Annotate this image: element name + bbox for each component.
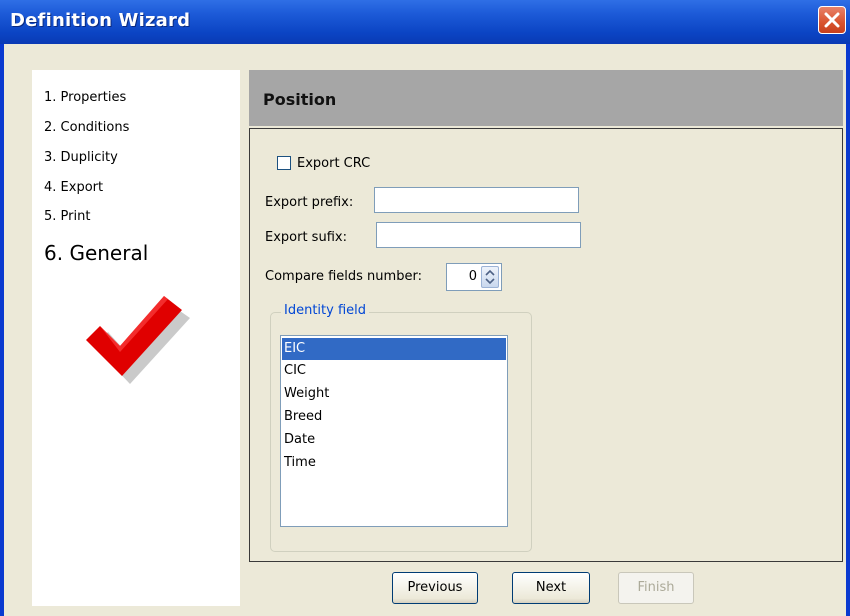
finish-button[interactable]: Finish [618,572,694,604]
export-sufix-label: Export sufix: [265,230,347,245]
export-sufix-input[interactable] [376,222,581,248]
identity-field-legend: Identity field [281,303,370,318]
close-icon [824,12,840,28]
checkmark-icon [86,296,190,384]
list-item[interactable]: CIC [282,360,506,382]
window-title: Definition Wizard [10,10,191,31]
step-conditions: 2. Conditions [44,120,130,135]
export-prefix-label: Export prefix: [265,195,354,210]
section-title: Position [263,90,337,109]
wizard-steps-panel: 1. Properties 2. Conditions 3. Duplicity… [32,70,240,606]
compare-fields-label: Compare fields number: [265,269,422,284]
identity-field-group: Identity field EIC CIC Weight Breed Date… [270,303,532,552]
next-button[interactable]: Next [512,572,590,604]
export-crc-checkbox[interactable] [277,156,291,170]
step-duplicity: 3. Duplicity [44,150,118,165]
definition-wizard-window: Definition Wizard 1. Properties 2. Condi… [0,0,850,616]
list-item[interactable]: EIC [282,338,506,360]
list-item[interactable]: Date [282,429,506,451]
step-properties: 1. Properties [44,90,127,105]
title-bar[interactable]: Definition Wizard [0,0,850,44]
spinner-arrows-icon [485,269,495,285]
export-crc-label: Export CRC [297,156,371,171]
compare-fields-value: 0 [468,269,477,284]
export-prefix-input[interactable] [374,187,579,213]
step-general: 6. General [44,241,149,265]
general-settings-panel: Export CRC Export prefix: Export sufix: … [249,128,843,562]
list-item[interactable]: Time [282,452,506,474]
close-button[interactable] [818,6,846,34]
compare-fields-stepper[interactable]: 0 [446,263,502,291]
list-item[interactable]: Breed [282,406,506,428]
previous-button[interactable]: Previous [392,572,478,604]
step-print: 5. Print [44,209,91,224]
list-item[interactable]: Weight [282,383,506,405]
spinner-buttons[interactable] [481,266,499,288]
identity-field-listbox[interactable]: EIC CIC Weight Breed Date Time [280,335,508,527]
section-header: Position [249,70,843,126]
step-export: 4. Export [44,180,104,195]
